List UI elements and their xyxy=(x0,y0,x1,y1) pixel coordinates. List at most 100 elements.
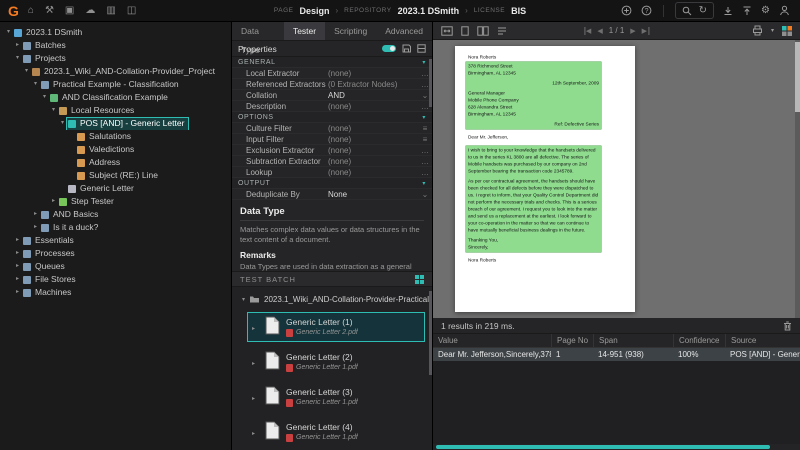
view-layout-icon[interactable] xyxy=(782,26,792,36)
tree-item-generic-letter[interactable]: Generic Letter xyxy=(0,182,231,195)
tab-tester[interactable]: Tester xyxy=(284,22,325,40)
clear-results-trash-icon[interactable] xyxy=(783,321,792,331)
menu-button[interactable]: ≡ xyxy=(418,135,432,144)
property-row-input-filter[interactable]: Input Filter(none)≡ xyxy=(232,134,432,145)
section-general[interactable]: GENERAL▾ xyxy=(232,57,432,68)
tree-item-is-it-a-duck[interactable]: ▸Is it a duck? xyxy=(0,221,231,234)
ellipsis-button[interactable]: … xyxy=(418,168,432,177)
expand-arrow-icon[interactable]: ▸ xyxy=(13,247,22,260)
column-header-page-no[interactable]: Page No xyxy=(551,334,593,347)
previous-page-icon[interactable]: ◀ xyxy=(597,27,602,35)
tree-item-local-resources[interactable]: ▾Local Resources xyxy=(0,104,231,117)
tree-item-wiki-project[interactable]: ▾2023.1_Wiki_AND-Collation-Provider_Proj… xyxy=(0,65,231,78)
tree-item-essentials[interactable]: ▸Essentials xyxy=(0,234,231,247)
tab-data-type[interactable]: Data Type xyxy=(232,22,284,40)
cloud-icon[interactable]: ☁ xyxy=(85,5,95,16)
column-header-confidence[interactable]: Confidence xyxy=(673,334,725,347)
batch-document-3[interactable]: ▸ Generic Letter (3) Generic Letter 1.pd… xyxy=(248,383,424,411)
expand-arrow-icon[interactable]: ▸ xyxy=(31,221,40,234)
viewer-vertical-scrollbar[interactable] xyxy=(795,40,800,318)
batch-options-icon[interactable] xyxy=(415,275,424,284)
upload-icon[interactable] xyxy=(742,6,752,16)
ellipsis-button[interactable]: … xyxy=(418,146,432,155)
tree-item-repository-root[interactable]: ▾2023.1 DSmith xyxy=(0,26,231,39)
expand-arrow-icon[interactable]: ▾ xyxy=(242,296,245,303)
help-circle-icon[interactable]: ? xyxy=(641,5,652,16)
license-value[interactable]: BIS xyxy=(511,6,526,16)
single-page-icon[interactable] xyxy=(461,26,469,36)
expand-arrow-icon[interactable]: ▸ xyxy=(252,325,259,332)
column-header-source[interactable]: Source xyxy=(725,334,800,347)
first-page-icon[interactable]: ◀ xyxy=(584,27,591,35)
results-horizontal-scrollbar[interactable] xyxy=(433,444,800,450)
section-output[interactable]: OUTPUT▾ xyxy=(232,178,432,189)
settings-gear-icon[interactable]: ⚙ xyxy=(761,5,770,16)
column-header-span[interactable]: Span xyxy=(593,334,673,347)
save-icon[interactable] xyxy=(402,44,411,53)
expand-arrow-icon[interactable]: ▸ xyxy=(31,208,40,221)
collapse-arrow-icon[interactable]: ▾ xyxy=(422,180,426,187)
expand-arrow-icon[interactable]: ▾ xyxy=(13,52,22,65)
property-row-exclusion-extractor[interactable]: Exclusion Extractor(none)… xyxy=(232,145,432,156)
tree-item-and-classification-example[interactable]: ▾AND Classification Example xyxy=(0,91,231,104)
collapse-arrow-icon[interactable]: ▾ xyxy=(422,59,426,66)
last-page-icon[interactable]: ▶ xyxy=(642,27,649,35)
tree-item-address[interactable]: Address xyxy=(0,156,231,169)
expand-arrow-icon[interactable]: ▸ xyxy=(13,234,22,247)
expand-arrow-icon[interactable]: ▸ xyxy=(13,260,22,273)
property-row-collation[interactable]: CollationAND⌄ xyxy=(232,90,432,101)
expand-arrow-icon[interactable]: ▸ xyxy=(13,286,22,299)
batch-document-2[interactable]: ▸ Generic Letter (2) Generic Letter 1.pd… xyxy=(248,348,424,376)
facing-pages-icon[interactable] xyxy=(477,26,489,36)
repository-value[interactable]: 2023.1 DSmith xyxy=(398,6,460,16)
next-page-icon[interactable]: ▶ xyxy=(630,27,635,35)
expand-arrow-icon[interactable]: ▸ xyxy=(252,430,259,437)
property-row-description[interactable]: Description(none)… xyxy=(232,101,432,112)
menu-button[interactable]: ≡ xyxy=(418,124,432,133)
expand-arrow-icon[interactable]: ▾ xyxy=(40,91,49,104)
expand-arrow-icon[interactable]: ▸ xyxy=(13,273,22,286)
property-row-lookup[interactable]: Lookup(none)… xyxy=(232,167,432,178)
tree-item-processes[interactable]: ▸Processes xyxy=(0,247,231,260)
property-row-deduplicate-by[interactable]: Deduplicate ByNone⌄ xyxy=(232,189,432,200)
tree-item-file-stores[interactable]: ▸File Stores xyxy=(0,273,231,286)
scrollbar-thumb[interactable] xyxy=(436,445,770,449)
add-circle-icon[interactable] xyxy=(621,5,632,16)
test-batch-scrollbar[interactable] xyxy=(429,291,432,375)
tree-item-batches[interactable]: ▸Batches xyxy=(0,39,231,52)
expand-arrow-icon[interactable]: ▸ xyxy=(49,195,58,208)
tree-item-and-basics[interactable]: ▸AND Basics xyxy=(0,208,231,221)
batch-document-4[interactable]: ▸ Generic Letter (4) Generic Letter 1.pd… xyxy=(248,418,424,446)
results-table-row-selected[interactable]: Dear Mr. Jefferson,Sincerely,378 Richmon… xyxy=(433,348,800,361)
expand-all-icon[interactable] xyxy=(417,44,426,53)
print-icon[interactable] xyxy=(752,25,763,36)
property-row-referenced-extractors[interactable]: Referenced Extractors(0 Extractor Nodes)… xyxy=(232,79,432,90)
text-view-icon[interactable] xyxy=(497,26,507,36)
tab-scripting[interactable]: Scripting xyxy=(325,22,376,40)
tree-item-subject-re-line[interactable]: Subject (RE:) Line xyxy=(0,169,231,182)
ellipsis-button[interactable]: … xyxy=(418,157,432,166)
property-row-subtraction-extractor[interactable]: Subtraction Extractor(none)… xyxy=(232,156,432,167)
home-icon[interactable]: ⌂ xyxy=(28,5,34,16)
property-row-local-extractor[interactable]: Local Extractor(none)… xyxy=(232,68,432,79)
dropdown-arrow-icon[interactable]: ⌄ xyxy=(418,190,432,199)
batches-icon[interactable]: ▣ xyxy=(65,5,74,16)
document-page[interactable]: Nora Roberts 378 Richmond Street Birming… xyxy=(455,46,635,312)
user-account-icon[interactable] xyxy=(779,5,790,16)
expand-arrow-icon[interactable]: ▾ xyxy=(49,104,58,117)
tree-item-queues[interactable]: ▸Queues xyxy=(0,260,231,273)
expand-arrow-icon[interactable]: ▸ xyxy=(13,39,22,52)
tree-item-valedictions[interactable]: Valedictions xyxy=(0,143,231,156)
expand-arrow-icon[interactable]: ▾ xyxy=(4,26,13,39)
batch-document-1[interactable]: ▸ Generic Letter (1) Generic Letter 2.pd… xyxy=(248,313,424,341)
expand-arrow-icon[interactable]: ▸ xyxy=(252,360,259,367)
batch-folder[interactable]: ▾ 2023.1_Wiki_AND-Collation-Provider-Pra… xyxy=(232,292,432,306)
download-icon[interactable] xyxy=(723,6,733,16)
stats-icon[interactable]: ▥ xyxy=(106,5,115,16)
extraction-highlight-body[interactable]: I wish to bring to your knowledge that t… xyxy=(466,146,601,252)
tree-item-projects[interactable]: ▾Projects xyxy=(0,52,231,65)
tools-icon[interactable]: ⚒ xyxy=(45,5,54,16)
search-icon[interactable] xyxy=(682,6,692,16)
tree-item-step-tester[interactable]: ▸Step Tester xyxy=(0,195,231,208)
properties-scrollbar[interactable] xyxy=(429,59,432,107)
